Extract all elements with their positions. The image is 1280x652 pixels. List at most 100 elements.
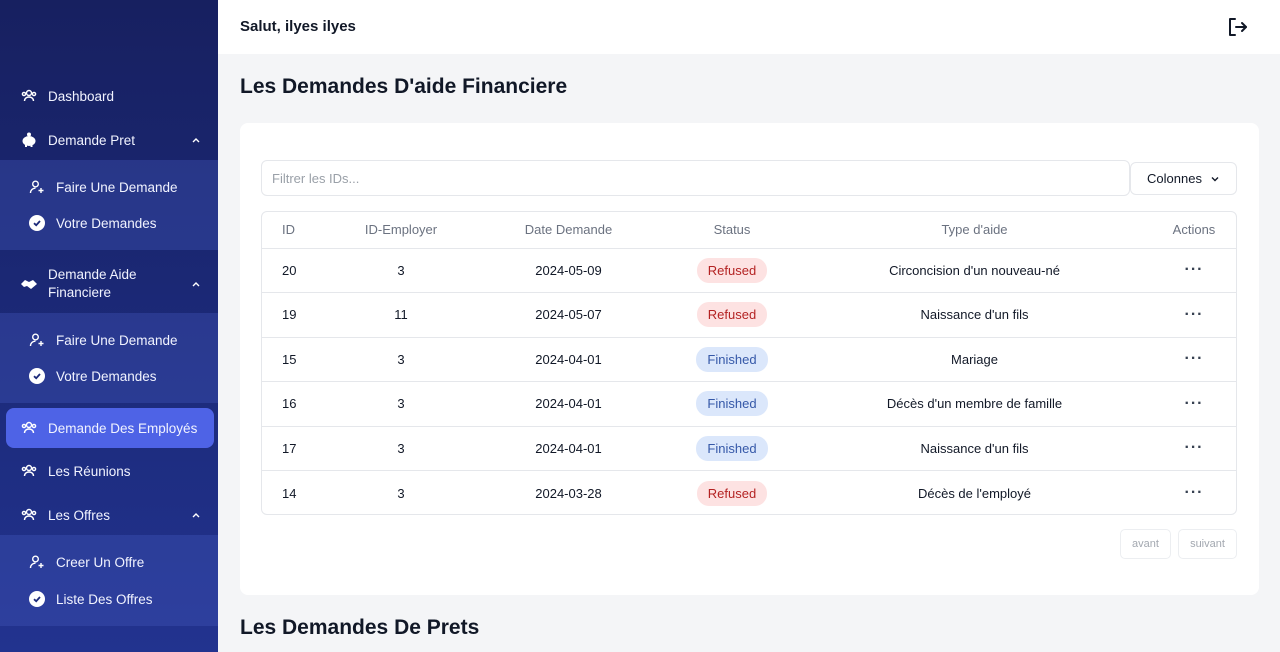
sidebar-item-liste-offres[interactable]: Liste Des Offres [0, 587, 218, 611]
cell-employer: 3 [332, 381, 470, 427]
chevron-up-icon [192, 138, 200, 143]
greeting-text: Salut, ilyes ilyes [240, 18, 356, 35]
cell-date: 2024-04-01 [470, 381, 667, 427]
table-row: 17 3 2024-04-01 Finished Naissance d'un fils… [262, 426, 1236, 471]
more-actions-icon[interactable]: ··· [1185, 484, 1204, 501]
cell-type: Décès d'un membre de famille [797, 381, 1152, 427]
cell-id: 20 [262, 248, 332, 293]
sidebar-item-dashboard[interactable]: Dashboard [0, 84, 218, 108]
columns-button[interactable]: Colonnes [1130, 162, 1237, 195]
table-row: 14 3 2024-03-28 Refused Décès de l'employé ··… [262, 471, 1236, 515]
user-plus-icon [28, 553, 46, 571]
check-circle-icon [28, 367, 46, 385]
page-title: Les Demandes D'aide Financiere [240, 75, 568, 98]
cell-type: Naissance d'un fils [797, 292, 1152, 338]
cell-actions: ··· [1152, 381, 1236, 427]
cell-actions: ··· [1152, 292, 1236, 338]
table-row: 16 3 2024-04-01 Finished Décès d'un membre d… [262, 381, 1236, 427]
cell-id: 15 [262, 337, 332, 382]
col-header-employer[interactable]: ID-Employer [332, 212, 470, 249]
aide-table-card: Colonnes ID ID-Employer Date Demande Sta… [240, 123, 1259, 595]
more-actions-icon[interactable]: ··· [1185, 439, 1204, 456]
sidebar-item-label: Demande Pret [48, 132, 136, 148]
cell-status: Refused [667, 471, 797, 515]
sidebar-item-label: Les Offres [48, 507, 111, 523]
users-icon [20, 87, 38, 105]
user-plus-icon [28, 178, 46, 196]
sidebar-item-label: Demande Aide Financiere [48, 266, 137, 302]
logout-icon[interactable] [1226, 16, 1248, 38]
cell-type: Mariage [797, 337, 1152, 382]
cell-status: Refused [667, 248, 797, 293]
more-actions-icon[interactable]: ··· [1185, 395, 1204, 412]
table-row: 15 3 2024-04-01 Finished Mariage ··· [262, 337, 1236, 382]
cell-type: Circoncision d'un nouveau-né [797, 248, 1152, 293]
cell-id: 19 [262, 292, 332, 338]
cell-actions: ··· [1152, 248, 1236, 293]
submenu-pret: Faire Une Demande Votre Demandes [0, 160, 218, 250]
col-header-id[interactable]: ID [262, 212, 332, 249]
col-header-date[interactable]: Date Demande [470, 212, 667, 249]
status-badge: Refused [696, 302, 768, 328]
sidebar-item-label: Creer Un Offre [56, 554, 145, 570]
cell-type: Naissance d'un fils [797, 426, 1152, 471]
sidebar-item-label: Faire Une Demande [56, 332, 178, 348]
cell-type: Décès de l'employé [917, 485, 1032, 501]
sidebar-item-creer-offre[interactable]: Creer Un Offre [0, 550, 218, 574]
columns-button-label: Colonnes [1147, 171, 1202, 186]
status-badge: Refused [696, 257, 768, 283]
sidebar-item-pret-votre-demandes[interactable]: Votre Demandes [0, 211, 218, 235]
more-actions-icon[interactable]: ··· [1185, 306, 1204, 323]
col-header-actions: Actions [1152, 212, 1236, 249]
table-row: 19 11 2024-05-07 Refused Naissance d'un fils… [262, 292, 1236, 338]
prev-page-button[interactable]: avant [1120, 529, 1171, 559]
cell-date: 2024-03-28 [535, 485, 602, 501]
chevron-up-icon [192, 513, 200, 518]
cell-date: 2024-05-09 [470, 248, 667, 293]
next-page-button[interactable]: suivant [1178, 529, 1237, 559]
sidebar-item-pret-faire-demande[interactable]: Faire Une Demande [0, 175, 218, 199]
cell-employer: 3 [332, 337, 470, 382]
sidebar-item-aide-faire-demande[interactable]: Faire Une Demande [0, 328, 218, 352]
cell-id: 14 [282, 485, 297, 501]
sidebar-item-reunions[interactable]: Les Réunions [0, 459, 218, 483]
sidebar-item-demande-employes[interactable]: Demande Des Employés [0, 416, 218, 440]
cell-actions: ··· [1152, 471, 1236, 515]
users-icon [20, 506, 38, 524]
sidebar-item-demande-pret[interactable]: Demande Pret [0, 128, 218, 152]
filter-ids-input[interactable] [261, 160, 1130, 196]
users-icon [20, 462, 38, 480]
submenu-offres: Creer Un Offre Liste Des Offres [0, 535, 218, 626]
handshake-icon [20, 275, 38, 293]
sidebar-item-label: Les Réunions [48, 463, 131, 479]
cell-id: 17 [262, 426, 332, 471]
cell-date: 2024-04-01 [470, 426, 667, 471]
aide-table: ID ID-Employer Date Demande Status Type … [261, 211, 1237, 515]
cell-status: Refused [667, 292, 797, 338]
cell-employer: 11 [332, 292, 470, 338]
section-title-prets: Les Demandes De Prets [240, 616, 480, 639]
table-header-row: ID ID-Employer Date Demande Status Type … [262, 212, 1236, 249]
col-header-status[interactable]: Status [667, 212, 797, 249]
sidebar-item-aide-votre-demandes[interactable]: Votre Demandes [0, 364, 218, 388]
sidebar-item-label: Liste Des Offres [56, 591, 153, 607]
sidebar: Dashboard Demande Pret Faire Une Demande… [0, 0, 218, 652]
more-actions-icon[interactable]: ··· [1185, 261, 1204, 278]
sidebar-item-offres[interactable]: Les Offres [0, 503, 218, 527]
cell-status: Finished [667, 381, 797, 427]
sidebar-item-label: Votre Demandes [56, 215, 157, 231]
top-header: Salut, ilyes ilyes [218, 0, 1280, 54]
cell-id: 16 [262, 381, 332, 427]
cell-actions: ··· [1152, 337, 1236, 382]
sidebar-item-label-line2: Financiere [48, 285, 112, 300]
more-actions-icon[interactable]: ··· [1185, 350, 1204, 367]
cell-employer: 3 [332, 248, 470, 293]
status-badge: Finished [696, 346, 768, 372]
col-header-type[interactable]: Type d'aide [797, 212, 1152, 249]
sidebar-item-label: Demande Des Employés [48, 420, 198, 436]
cell-status: Finished [667, 426, 797, 471]
cell-status: Finished [667, 337, 797, 382]
sidebar-item-demande-aide[interactable]: Demande Aide Financiere [0, 264, 218, 304]
sidebar-item-label: Dashboard [48, 88, 115, 104]
status-badge: Refused [696, 480, 768, 506]
